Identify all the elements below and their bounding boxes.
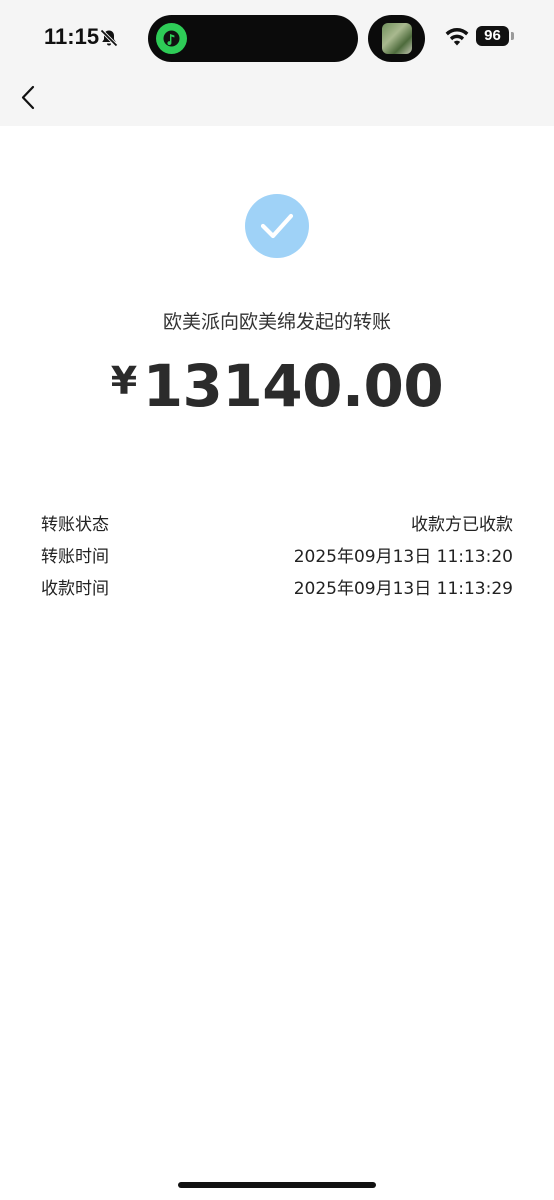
transfer-amount: ¥13140.00: [0, 352, 554, 420]
photo-thumbnail-icon[interactable]: [382, 23, 412, 54]
currency-symbol: ¥: [110, 359, 137, 403]
status-time: 11:15: [44, 24, 100, 49]
detail-label: 转账时间: [41, 547, 109, 567]
detail-row-status: 转账状态 收款方已收款: [41, 510, 513, 538]
detail-row-receive-time: 收款时间 2025年09月13日 11:13:29: [41, 574, 513, 602]
transfer-subtitle: 欧美派向欧美绵发起的转账: [162, 311, 391, 333]
bell-muted-icon: [100, 29, 118, 47]
back-button[interactable]: [14, 82, 46, 114]
live-activity-pill[interactable]: [368, 15, 425, 62]
status-and-nav-bar: 11:15 96: [0, 0, 554, 126]
detail-value: 2025年09月13日 11:13:20: [293, 547, 513, 567]
detail-value: 收款方已收款: [411, 515, 513, 535]
detail-value: 2025年09月13日 11:13:29: [293, 579, 513, 599]
music-app-icon[interactable]: [156, 23, 187, 54]
detail-label: 转账状态: [41, 515, 109, 535]
dynamic-island[interactable]: [148, 15, 358, 62]
detail-row-transfer-time: 转账时间 2025年09月13日 11:13:20: [41, 542, 513, 570]
detail-label: 收款时间: [41, 579, 109, 599]
success-check-icon: [245, 194, 309, 258]
home-indicator[interactable]: [178, 1182, 376, 1188]
wifi-icon: [445, 28, 469, 46]
amount-value: 13140.00: [142, 352, 444, 420]
battery-icon: 96: [476, 26, 509, 46]
battery-cap: [511, 32, 514, 40]
